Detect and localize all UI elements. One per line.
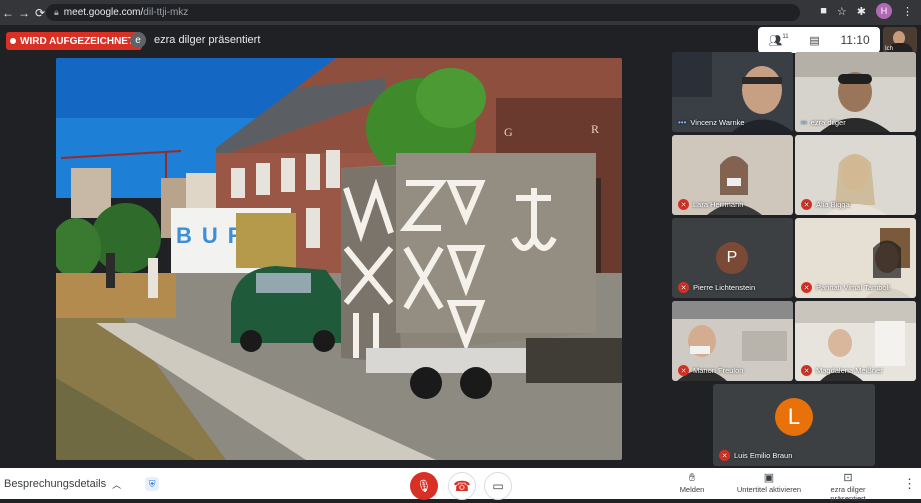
camera-indicator-icon[interactable]: ■ [820,5,827,17]
meeting-details-button[interactable]: Besprechungsdetails ︿ ⛨ [4,477,160,491]
participant-name: Alia Bigga [816,200,850,209]
microphone-toggle-button[interactable]: 🎙︎ [410,472,438,500]
presenter-avatar: e [130,32,146,48]
present-button[interactable]: ⊡ ezra dilger präsentiert [818,472,878,503]
participant-label: ✕ Lara Herrmann [678,199,743,210]
captions-icon: ▣ [763,472,775,484]
forward-icon[interactable]: → [16,6,32,20]
participant-tile[interactable]: P ✕ Pierre Lichtenstein [672,218,793,298]
participant-label: ✕ Manon Freulon [678,365,743,376]
speaking-dots-icon: ••• [678,118,687,127]
participant-label: ▪▪ ezra dilger [801,118,846,127]
extensions-area: ■ ☆ ✱ H ⋮ [820,3,913,19]
shield-icon[interactable]: ⛨ [145,477,160,491]
participant-label: ✕ Alia Bigga [801,199,850,210]
mic-off-icon: ✕ [801,199,812,210]
participant-label: ••• Vincenz Warnke [678,118,745,127]
bookmark-star-icon[interactable]: ☆ [837,5,847,18]
hang-up-icon: ☎︎ [453,477,471,494]
meeting-details-label: Besprechungsdetails [4,478,107,490]
participant-avatar: P [716,242,748,274]
participant-label: ✕ Parinati Vimal Tamboli [801,282,890,293]
mic-off-icon: 🎙︎ [416,479,432,493]
extensions-puzzle-icon[interactable]: ✱ [857,5,866,18]
participant-name: ezra dilger [810,118,846,127]
report-label: Melden [679,485,705,494]
self-view-tile: Ich [883,27,917,53]
chat-icon[interactable]: ▤ [809,34,819,47]
mic-off-icon: ✕ [678,365,689,376]
video-camera-icon: ▭ [492,479,504,493]
mic-off-icon: ✕ [801,365,812,376]
participant-tile[interactable]: ✕ Magdalena Meißner [795,301,916,381]
participant-tile[interactable]: ✕ Parinati Vimal Tamboli [795,218,916,298]
meeting-info-widget: 👥︎ 11 ▤ 11:10 [758,27,880,53]
participant-tile[interactable]: ••• Vincenz Warnke [672,52,793,132]
participant-tile[interactable]: ▪▪ ezra dilger [795,52,916,132]
participants-count: 11 [782,33,789,40]
participants-button[interactable]: 👥︎ 11 [768,34,788,47]
lock-icon: 🔒︎ [54,7,59,17]
report-button[interactable]: ✋︎ Melden [675,472,709,494]
participant-name: Magdalena Meißner [816,366,883,375]
back-icon[interactable]: ← [0,6,16,20]
presenter-info: e ezra dilger präsentiert [130,32,260,48]
hand-icon: ✋︎ [688,472,696,484]
participant-tile[interactable]: ✕ Manon Freulon [672,301,793,381]
profile-avatar[interactable]: H [876,3,892,19]
presentation-photo: G R BURG [56,58,622,460]
participant-tile[interactable]: ✕ Alia Bigga [795,135,916,215]
browser-toolbar: ← → ⟳ 🔒︎ meet.google.com/ dil-ttji-mkz ■… [0,0,921,25]
meeting-clock: 11:10 [840,33,870,47]
participant-name: Vincenz Warnke [690,118,745,127]
participant-name: Manon Freulon [693,366,744,375]
mic-off-icon: ✕ [678,199,689,210]
present-label: ezra dilger präsentiert [830,485,866,503]
captions-button[interactable]: ▣ Untertitel aktivieren [733,472,805,494]
bottom-controls: Besprechungsdetails ︿ ⛨ 🎙︎ ☎︎ ▭ ✋︎ Melde… [0,468,921,503]
participant-label: ✕ Pierre Lichtenstein [678,282,755,293]
address-bar[interactable]: 🔒︎ meet.google.com/ dil-ttji-mkz [46,4,800,21]
camera-toggle-button[interactable]: ▭ [484,472,512,500]
presentation-stage: G R BURG [56,58,622,460]
mic-off-icon: ✕ [801,282,812,293]
participant-tile[interactable]: ✕ Lara Herrmann [672,135,793,215]
participant-tile[interactable]: L ✕ Luis Emilio Braun [713,384,875,466]
participant-name: Luis Emilio Braun [734,451,793,460]
svg-text:G: G [504,125,513,139]
url-path: dil-ttji-mkz [143,7,189,18]
participant-label: ✕ Luis Emilio Braun [719,450,792,461]
mic-off-icon: ✕ [719,450,730,461]
participant-name: Parinati Vimal Tamboli [816,283,890,292]
chevron-up-icon: ︿ [112,479,122,490]
speaking-dots-icon: ▪▪ [801,118,807,127]
presenter-text: ezra dilger präsentiert [154,34,261,46]
url-host: meet.google.com/ [63,7,144,18]
mic-off-icon: ✕ [678,282,689,293]
participant-name: Lara Herrmann [693,200,744,209]
participant-grid: ••• Vincenz Warnke ▪▪ ezra dilger ✕ Lara He… [669,52,917,466]
people-icon: 👥︎ [768,34,783,47]
participant-name: Pierre Lichtenstein [693,283,756,292]
participant-avatar: L [775,398,813,436]
recording-badge[interactable]: WIRD AUFGEZEICHNET [6,32,143,50]
captions-label: Untertitel aktivieren [736,485,802,494]
participant-label: ✕ Magdalena Meißner [801,365,883,376]
browser-menu-icon[interactable]: ⋮ [902,5,913,18]
leave-call-button[interactable]: ☎︎ [448,472,476,500]
svg-text:R: R [591,122,599,136]
more-options-icon[interactable]: ⋮ [903,476,916,492]
present-screen-icon: ⊡ [843,472,853,484]
